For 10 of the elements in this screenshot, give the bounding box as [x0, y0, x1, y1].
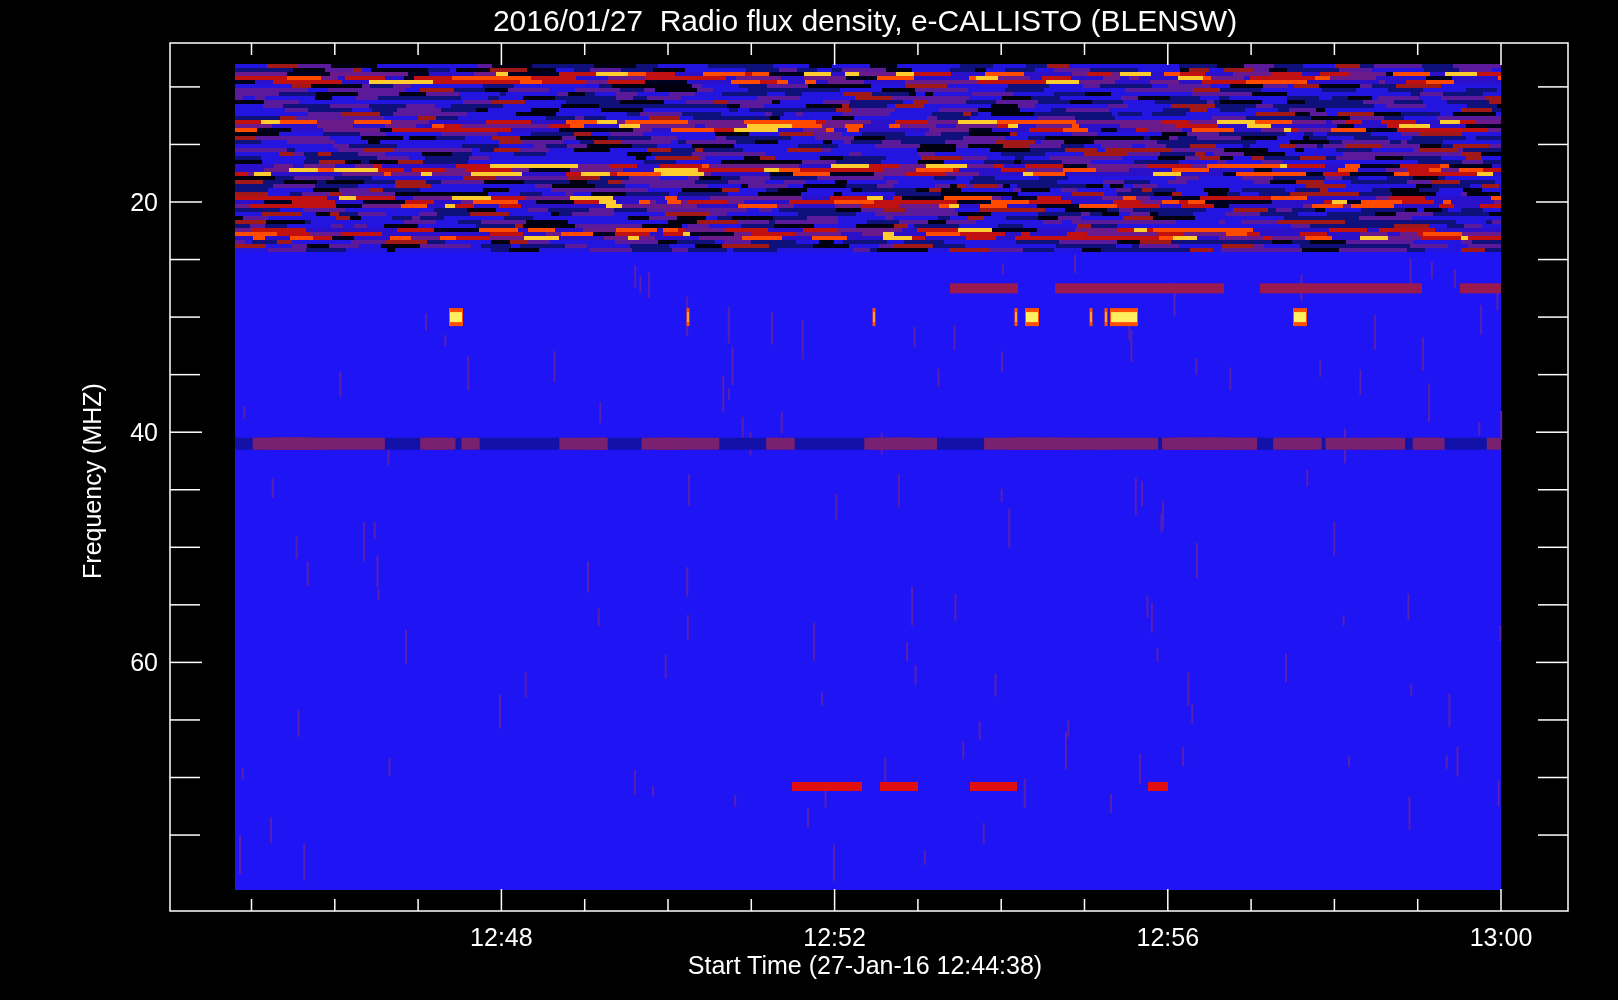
- y-tick-label: 60: [130, 648, 158, 677]
- y-axis-title: Frequency (MHZ): [78, 383, 106, 579]
- chart-title: 2016/01/27 Radio flux density, e-CALLISTO (BLENSW): [492, 4, 1238, 37]
- y-tick-label: 20: [130, 188, 158, 216]
- x-axis-title: Start Time (27-Jan-16 12:44:38): [687, 951, 1043, 979]
- x-tick-label: 12:52: [803, 923, 866, 951]
- x-tick-label: 13:00: [1469, 923, 1533, 951]
- y-tick-label: 40: [130, 418, 158, 447]
- x-tick-label: 12:56: [1136, 923, 1200, 951]
- x-tick-label: 12:48: [470, 923, 533, 951]
